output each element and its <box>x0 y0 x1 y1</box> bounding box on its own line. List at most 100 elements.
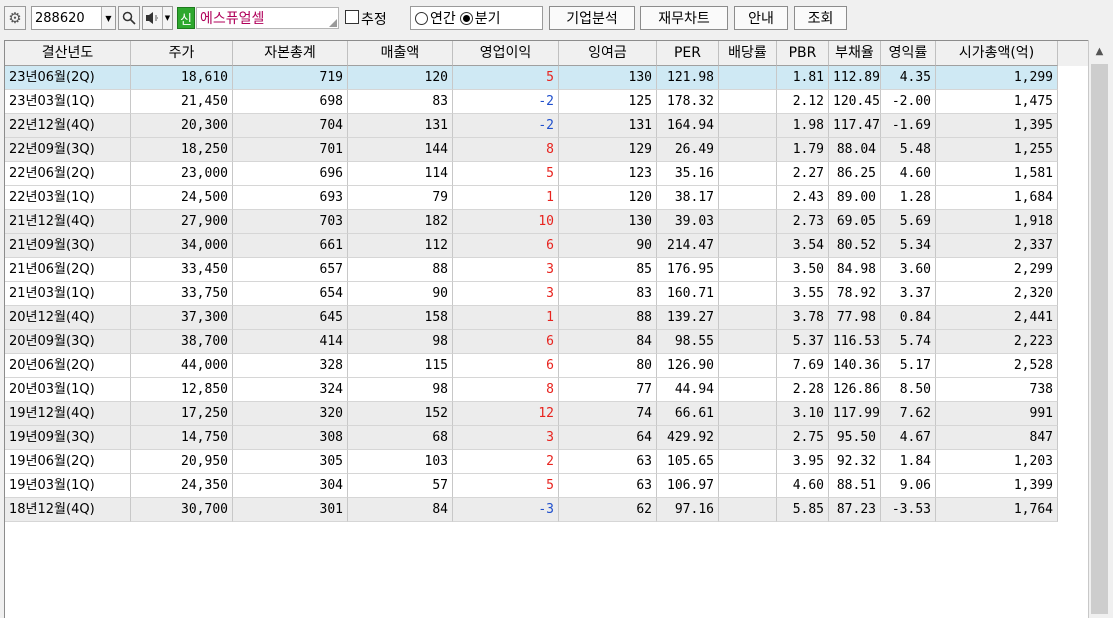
table-cell: 3.10 <box>777 402 829 426</box>
company-name-field[interactable]: 에스퓨얼셀 <box>196 7 339 29</box>
table-row[interactable]: 19년06월(2Q) 20,950 305 103 2 63 105.65 3.95 92.32… <box>5 450 1088 474</box>
table-cell: 84.98 <box>829 258 881 282</box>
table-row[interactable]: 20년03월(1Q) 12,850 324 98 8 77 44.94 2.28 126.86 8… <box>5 378 1088 402</box>
table-cell: 9.06 <box>881 474 936 498</box>
header-cell[interactable]: 매출액 <box>348 41 453 66</box>
table-row[interactable]: 20년09월(3Q) 38,700 414 98 6 84 98.55 5.37 116.53 5… <box>5 330 1088 354</box>
table-cell: 57 <box>348 474 453 498</box>
header-cell[interactable]: 결산년도 <box>5 41 131 66</box>
table-row[interactable]: 21년12월(4Q) 27,900 703 182 10 130 39.03 2.73 69.0… <box>5 210 1088 234</box>
financial-chart-button[interactable]: 재무차트 <box>640 6 728 30</box>
table-cell: 1.79 <box>777 138 829 162</box>
table-cell: 74 <box>559 402 657 426</box>
table-row[interactable]: 21년06월(2Q) 33,450 657 88 3 85 176.95 3.50 84.98 3… <box>5 258 1088 282</box>
table-row[interactable]: 23년03월(1Q) 21,450 698 83 -2 125 178.32 2.12 120.… <box>5 90 1088 114</box>
table-cell: 92.32 <box>829 450 881 474</box>
header-cell[interactable]: 주가 <box>131 41 233 66</box>
table-cell: 2,337 <box>936 234 1058 258</box>
query-button[interactable]: 조회 <box>794 6 847 30</box>
company-name: 에스퓨얼셀 <box>200 11 265 27</box>
table-cell: 2,223 <box>936 330 1058 354</box>
table-row[interactable]: 20년12월(4Q) 37,300 645 158 1 88 139.27 3.78 77.98… <box>5 306 1088 330</box>
table-cell: 2,441 <box>936 306 1058 330</box>
scroll-up-icon[interactable]: ▲ <box>1089 40 1110 62</box>
table-cell: 90 <box>559 234 657 258</box>
table-cell: 5.74 <box>881 330 936 354</box>
table-row[interactable]: 22년03월(1Q) 24,500 693 79 1 120 38.17 2.43 89.00 1… <box>5 186 1088 210</box>
table-cell <box>719 306 777 330</box>
table-cell: 125 <box>559 90 657 114</box>
table-row[interactable]: 18년12월(4Q) 30,700 301 84 -3 62 97.16 5.85 87.23-… <box>5 498 1088 522</box>
table-cell: 1.84 <box>881 450 936 474</box>
table-row[interactable]: 19년09월(3Q) 14,750 308 68 3 64 429.92 2.75 95.50 4… <box>5 426 1088 450</box>
table-cell: 1,764 <box>936 498 1058 522</box>
table-cell: 5 <box>453 162 559 186</box>
table-cell: 2,528 <box>936 354 1058 378</box>
table-cell <box>719 474 777 498</box>
chevron-down-icon[interactable]: ▼ <box>101 7 115 29</box>
corp-analysis-button[interactable]: 기업분석 <box>549 6 635 30</box>
table-cell: 1,684 <box>936 186 1058 210</box>
table-cell <box>719 426 777 450</box>
table-row[interactable]: 19년12월(4Q) 17,250 320 152 12 74 66.61 3.10 117.9… <box>5 402 1088 426</box>
table-cell: 5.34 <box>881 234 936 258</box>
settings-button[interactable]: ⚙ <box>4 6 26 30</box>
header-cell[interactable]: PBR <box>777 41 829 66</box>
quarterly-radio[interactable] <box>459 11 473 25</box>
table-cell: 126.86 <box>829 378 881 402</box>
annual-radio[interactable] <box>415 11 428 25</box>
table-cell: 698 <box>233 90 348 114</box>
sound-button[interactable]: ▼ <box>142 6 173 30</box>
table-cell: 23년03월(1Q) <box>5 90 131 114</box>
table-cell: 10 <box>453 210 559 234</box>
header-cell[interactable]: 자본총계 <box>233 41 348 66</box>
table-row[interactable]: 22년06월(2Q) 23,000 696 114 5 123 35.16 2.27 86.25… <box>5 162 1088 186</box>
table-cell: 3.37 <box>881 282 936 306</box>
table-cell: 22년12월(4Q) <box>5 114 131 138</box>
scrollbar-thumb[interactable] <box>1091 64 1108 614</box>
table-cell: 3.55 <box>777 282 829 306</box>
table-cell <box>719 498 777 522</box>
table-cell: 63 <box>559 474 657 498</box>
search-button[interactable] <box>118 6 140 30</box>
header-cell[interactable]: PER <box>657 41 719 66</box>
table-cell: 21,450 <box>131 90 233 114</box>
chevron-down-icon[interactable]: ▼ <box>162 7 172 29</box>
table-cell: 21년03월(1Q) <box>5 282 131 306</box>
table-row[interactable]: 20년06월(2Q) 44,000 328 115 6 80 126.90 7.69 140.3… <box>5 354 1088 378</box>
table-cell: 83 <box>559 282 657 306</box>
table-cell <box>719 450 777 474</box>
table-row[interactable]: 21년03월(1Q) 33,750 654 90 3 83 160.71 3.55 78.92 3… <box>5 282 1088 306</box>
table-cell: 308 <box>233 426 348 450</box>
table-row[interactable]: 22년12월(4Q) 20,300 704 131 -2 131 164.94 1.98 117… <box>5 114 1088 138</box>
table-cell: 301 <box>233 498 348 522</box>
table-row[interactable]: 21년09월(3Q) 34,000 661 112 6 90 214.47 3.54 80.52… <box>5 234 1088 258</box>
table-row[interactable]: 22년09월(3Q) 18,250 701 144 8 129 26.49 1.79 88.04… <box>5 138 1088 162</box>
header-cell[interactable]: 영업이익 <box>453 41 559 66</box>
header-cell[interactable]: 부채율 <box>829 41 881 66</box>
table-cell: 130 <box>559 66 657 90</box>
period-radio-group: 연간 분기 <box>410 6 543 30</box>
table-cell: 117.47 <box>829 114 881 138</box>
table-cell: 87.23 <box>829 498 881 522</box>
table-row[interactable]: 19년03월(1Q) 24,350 304 57 5 63 106.97 4.60 88.51 9… <box>5 474 1088 498</box>
guide-button[interactable]: 안내 <box>734 6 788 30</box>
table-row[interactable]: 23년06월(2Q) 18,610 719 120 5 130 121.98 1.81 112.… <box>5 66 1088 90</box>
table-cell: 120.45 <box>829 90 881 114</box>
table-cell: 18,610 <box>131 66 233 90</box>
table-cell: 131 <box>348 114 453 138</box>
stock-code-combo[interactable]: 288620 ▼ <box>31 6 116 30</box>
estimate-checkbox[interactable] <box>345 10 359 24</box>
header-cell[interactable]: 배당률 <box>719 41 777 66</box>
table-cell: -3 <box>453 498 559 522</box>
table-cell: 103 <box>348 450 453 474</box>
stock-code-value[interactable]: 288620 <box>35 11 85 26</box>
table-cell: 90 <box>348 282 453 306</box>
table-cell: 26.49 <box>657 138 719 162</box>
header-cell[interactable]: 시가총액(억) <box>936 41 1058 66</box>
header-cell[interactable]: 영익률 <box>881 41 936 66</box>
vertical-scrollbar[interactable]: ▲ <box>1088 40 1110 618</box>
table-cell: 429.92 <box>657 426 719 450</box>
table-cell: 2,320 <box>936 282 1058 306</box>
header-cell[interactable]: 잉여금 <box>559 41 657 66</box>
